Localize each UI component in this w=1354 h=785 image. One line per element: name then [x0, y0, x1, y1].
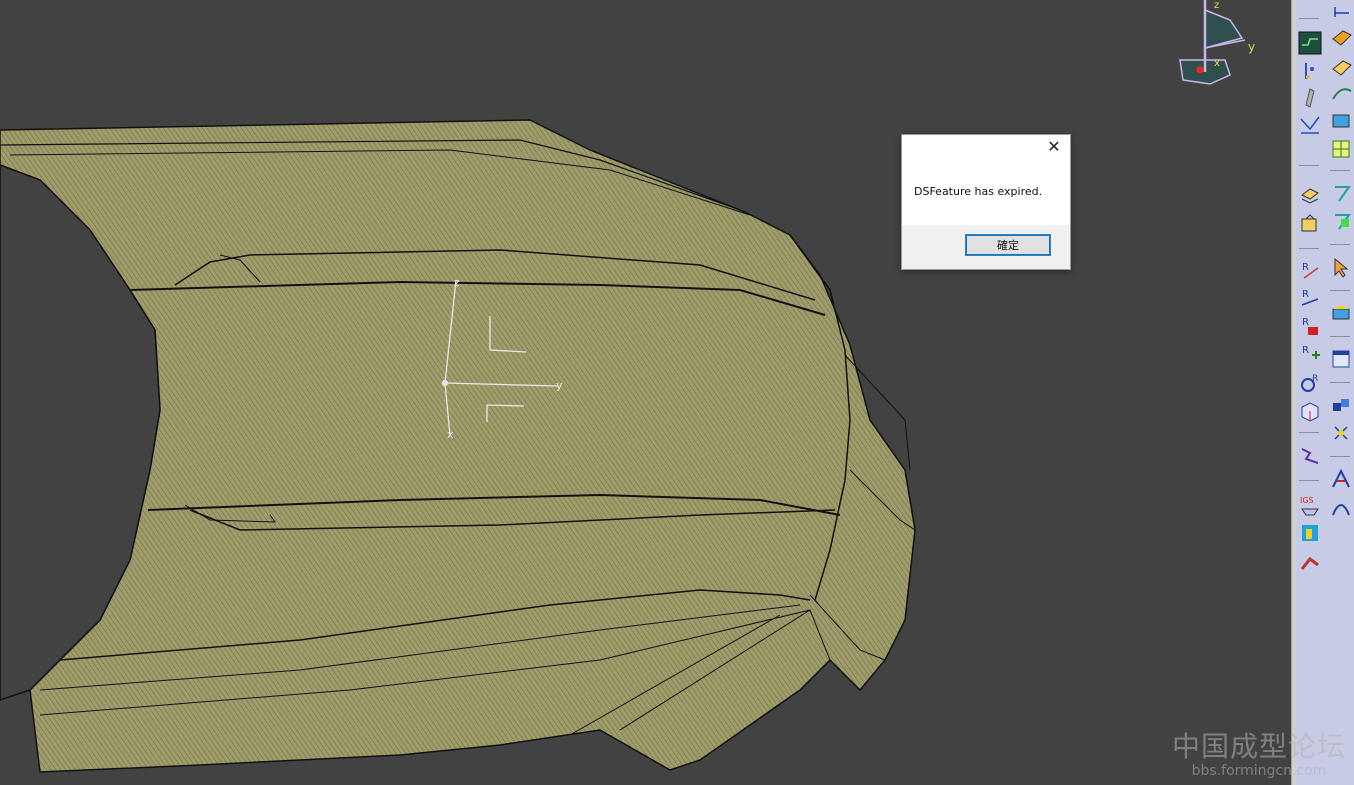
right-toolbar: R R R R R IGS	[1295, 0, 1354, 785]
compass-icon[interactable]	[1179, 0, 1246, 85]
iges-icon[interactable]: IGS	[1297, 492, 1323, 518]
rebuild-line-icon[interactable]: R	[1297, 284, 1323, 310]
axis-icon[interactable]	[1328, 0, 1354, 22]
svg-text:R: R	[1302, 317, 1309, 328]
model-axis-z-label: z	[454, 276, 460, 289]
point-icon[interactable]	[1297, 58, 1323, 84]
watermark: 中国成型论坛 bbs.formingcn.com	[1172, 725, 1346, 779]
sketch-curve-icon[interactable]	[1297, 30, 1323, 56]
close-icon[interactable]: ✕	[1046, 139, 1062, 155]
part-body-icon[interactable]	[1297, 180, 1323, 206]
select-arrow-icon[interactable]	[1328, 254, 1354, 280]
watermark-url: bbs.formingcn.com	[1191, 763, 1327, 779]
frame-icon[interactable]	[1328, 420, 1354, 446]
cluster-icon[interactable]	[1328, 394, 1354, 420]
svg-text:R: R	[1302, 262, 1309, 273]
curve-icon[interactable]	[1328, 80, 1354, 106]
watermark-title: 中国成型论坛	[1171, 730, 1346, 763]
cube-view-icon[interactable]	[1297, 398, 1323, 424]
polyline-icon[interactable]	[1297, 442, 1323, 468]
model-axis-x-label: x	[447, 428, 454, 441]
green-surface-icon[interactable]	[1328, 300, 1354, 326]
rebuild-curve-icon[interactable]: R	[1297, 257, 1323, 283]
offset-icon[interactable]	[1328, 208, 1354, 234]
compass-x-label: x	[1214, 58, 1220, 69]
svg-text:IGS: IGS	[1300, 496, 1314, 505]
rebuild-plus-icon[interactable]: R	[1297, 340, 1323, 366]
rebuild-gauge-icon[interactable]: R	[1297, 312, 1323, 338]
fill-icon[interactable]	[1328, 52, 1354, 78]
edge-icon[interactable]	[1328, 466, 1354, 492]
arrow-icon[interactable]	[1297, 550, 1323, 576]
grid-icon[interactable]	[1328, 180, 1354, 206]
wireframe-icon[interactable]	[1297, 112, 1323, 138]
expired-dialog: ✕ DSFeature has expired. 確定	[901, 134, 1071, 270]
svg-text:R: R	[1312, 374, 1318, 384]
3d-viewport[interactable]: z y x y x z	[0, 0, 1291, 785]
sweep-icon[interactable]	[1328, 136, 1354, 162]
ok-button[interactable]: 確定	[965, 234, 1051, 256]
analysis-icon[interactable]	[1297, 520, 1323, 546]
insert-geometry-icon[interactable]	[1297, 210, 1323, 236]
compass-z-label: z	[1214, 0, 1219, 11]
model-axis-y-label: y	[556, 379, 563, 392]
model-surface: z y x y x z	[0, 0, 1255, 773]
blend-icon[interactable]	[1328, 108, 1354, 134]
extrude-icon[interactable]	[1297, 84, 1323, 110]
dialog-footer: 確定	[902, 225, 1070, 269]
compass-y-label: y	[1248, 40, 1255, 54]
surface-icon[interactable]	[1328, 24, 1354, 50]
arc-icon[interactable]	[1328, 494, 1354, 520]
rebuild-search-icon[interactable]: R	[1297, 370, 1323, 396]
window-icon[interactable]	[1328, 346, 1354, 372]
svg-text:R: R	[1302, 289, 1309, 300]
svg-text:R: R	[1302, 345, 1309, 356]
dialog-message: DSFeature has expired.	[914, 185, 1043, 198]
